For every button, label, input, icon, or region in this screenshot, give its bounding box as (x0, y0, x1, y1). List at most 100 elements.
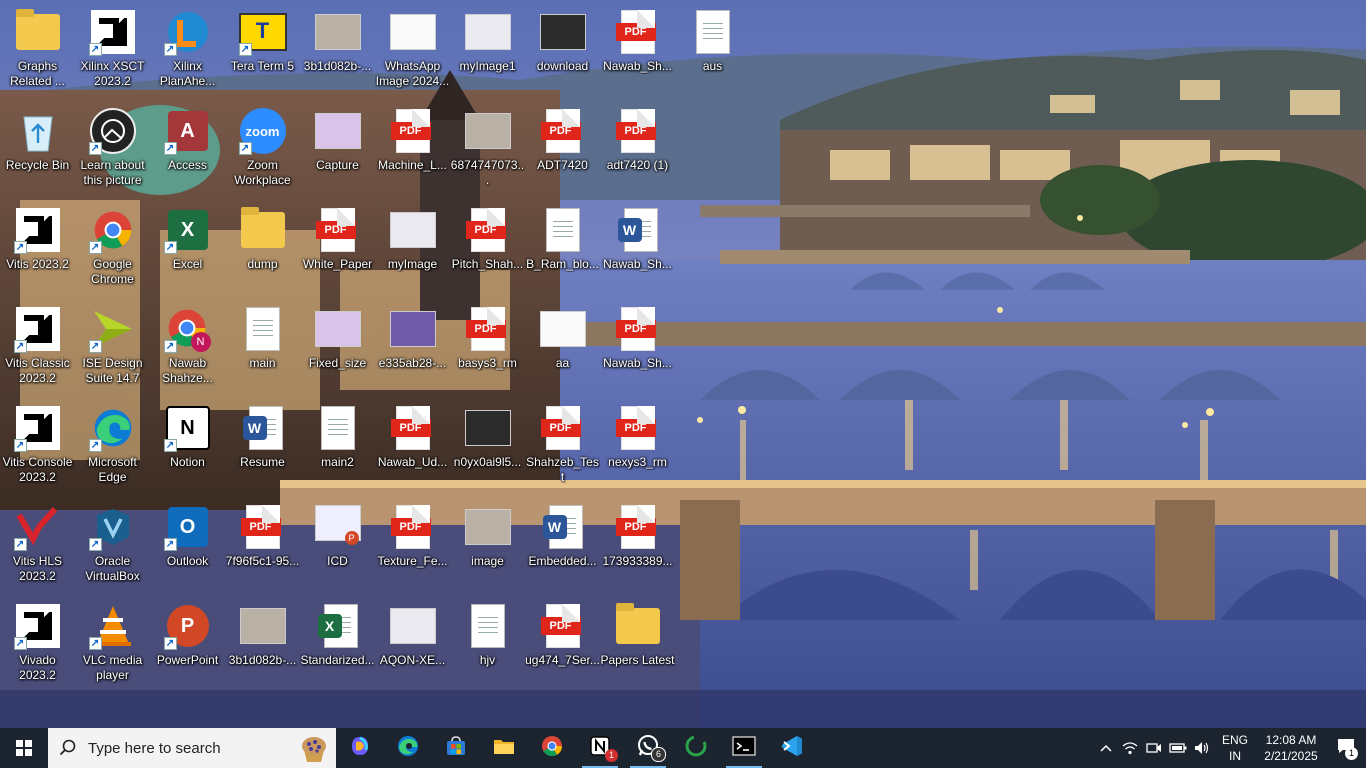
desktop-icon-label: Oracle VirtualBox (85, 554, 140, 583)
desktop-icon[interactable]: ↗ Vitis Console 2023.2 (0, 398, 75, 490)
desktop-icon[interactable]: myImage1 (450, 2, 525, 94)
desktop-icon[interactable]: ↗ ISE Design Suite 14.7 (75, 299, 150, 391)
desktop-icon[interactable]: Capture (300, 101, 375, 193)
taskbar-terminal-button[interactable] (720, 728, 768, 768)
desktop-icon-label: Texture_Fe... (377, 554, 448, 568)
desktop-icon[interactable]: AQON-XE... (375, 596, 450, 688)
desktop-icon[interactable]: ↗ Vitis Classic 2023.2 (0, 299, 75, 391)
show-hidden-icons-chevron-icon[interactable] (1094, 728, 1118, 768)
desktop-icon-label: Nawab_Ud... (377, 455, 448, 469)
desktop-icon[interactable]: PDF White_Paper (300, 200, 375, 292)
desktop-icon[interactable]: P ICD (300, 497, 375, 589)
desktop-icon[interactable]: ↗ Google Chrome (75, 200, 150, 292)
desktop-icon[interactable]: 3b1d082b-... (300, 2, 375, 94)
desktop-icon[interactable]: PDF basys3_rm (450, 299, 525, 391)
desktop-icon[interactable]: PDF Shahzeb_Test (525, 398, 600, 490)
pdf-icon: PDF (614, 305, 662, 353)
desktop-icon-label: 173933389... (602, 554, 673, 568)
clock[interactable]: 12:08 AM 2/21/2025 (1256, 732, 1326, 764)
desktop-icon[interactable]: ↗ Vivado 2023.2 (0, 596, 75, 688)
desktop-icon[interactable]: main (225, 299, 300, 391)
desktop-icon[interactable]: PDF adt7420 (1) (600, 101, 675, 193)
desktop-icon[interactable]: A ↗ Access (150, 101, 225, 193)
desktop-icon[interactable]: 3b1d082b-... (225, 596, 300, 688)
desktop-icon[interactable]: PDF 173933389... (600, 497, 675, 589)
taskbar-edge-button[interactable] (384, 728, 432, 768)
desktop-icon[interactable]: W Nawab_Sh... (600, 200, 675, 292)
desktop-icon[interactable]: WhatsApp Image 2024... (375, 2, 450, 94)
desktop-icon[interactable]: ↗ Vitis HLS 2023.2 (0, 497, 75, 589)
desktop-icon[interactable]: dump (225, 200, 300, 292)
pdf-label: PDF (390, 518, 431, 536)
desktop-icon[interactable]: image (450, 497, 525, 589)
desktop-icon[interactable]: ↗ Xilinx PlanAhe... (150, 2, 225, 94)
desktop-icon[interactable]: W Embedded... (525, 497, 600, 589)
desktop-icon[interactable]: N ↗ Notion (150, 398, 225, 490)
desktop-icon[interactable]: PDF Pitch_Shah... (450, 200, 525, 292)
desktop-icon[interactable]: X Standarized... (300, 596, 375, 688)
desktop-icon[interactable]: ↗ Vitis 2023.2 (0, 200, 75, 292)
taskbar-store-button[interactable] (432, 728, 480, 768)
desktop-icon[interactable]: X ↗ Excel (150, 200, 225, 292)
desktop-icon[interactable]: ↗ Xilinx XSCT 2023.2 (75, 2, 150, 94)
desktop-icon[interactable]: myImage (375, 200, 450, 292)
taskbar-search-box[interactable]: Type here to search (48, 728, 336, 768)
action-center-button[interactable]: 1 (1326, 728, 1366, 768)
region-code: IN (1229, 749, 1241, 763)
wifi-icon[interactable] (1118, 728, 1142, 768)
desktop-icon[interactable]: ↗ Oracle VirtualBox (75, 497, 150, 589)
taskbar-whatsapp-button[interactable]: 6 (624, 728, 672, 768)
desktop-icon[interactable]: PDF Nawab_Sh... (600, 299, 675, 391)
desktop-icon[interactable]: PDF ug474_7Ser... (525, 596, 600, 688)
input-language-indicator[interactable]: ENG IN (1220, 732, 1250, 764)
desktop-icon[interactable]: PDF Nawab_Sh... (600, 2, 675, 94)
pdf-icon: PDF (389, 404, 437, 452)
taskbar-loader-button[interactable] (672, 728, 720, 768)
desktop-icon[interactable]: PDF nexys3_rm (600, 398, 675, 490)
taskbar-file-explorer-button[interactable] (480, 728, 528, 768)
desktop-icon[interactable]: e335ab28-... (375, 299, 450, 391)
windows-logo-icon (16, 740, 32, 756)
desktop-icon[interactable]: main2 (300, 398, 375, 490)
desktop-icon[interactable]: B_Ram_blo... (525, 200, 600, 292)
taskbar-notion-button[interactable]: 1 (576, 728, 624, 768)
desktop-icon[interactable]: zoom ↗ Zoom Workplace (225, 101, 300, 193)
image-icon (539, 305, 587, 353)
desktop-icon[interactable]: PDF Nawab_Ud... (375, 398, 450, 490)
desktop-icon[interactable]: hjv (450, 596, 525, 688)
taskbar-copilot-button[interactable] (336, 728, 384, 768)
volume-icon[interactable] (1190, 728, 1214, 768)
powerpoint-icon: P ↗ (163, 602, 212, 650)
desktop-icon[interactable]: aa (525, 299, 600, 391)
desktop-icon[interactable]: n0yx0ai9l5... (450, 398, 525, 490)
desktop-icon[interactable]: Recycle Bin (0, 101, 75, 193)
start-button[interactable] (0, 728, 48, 768)
desktop-icon[interactable]: Papers Latest (600, 596, 675, 688)
desktop-icon[interactable]: ↗ Learn about this picture (75, 101, 150, 193)
desktop-icon[interactable]: download (525, 2, 600, 94)
desktop-icon[interactable]: ↗ VLC media player (75, 596, 150, 688)
image-icon (464, 503, 512, 551)
desktop-icon[interactable]: PDF 7f96f5c1-95... (225, 497, 300, 589)
desktop-icon[interactable]: O ↗ Outlook (150, 497, 225, 589)
shortcut-arrow-icon: ↗ (88, 241, 102, 254)
desktop-icon[interactable]: N ↗ Nawab Shahze... (150, 299, 225, 391)
store-icon (444, 734, 468, 763)
desktop-icon[interactable]: PDF Texture_Fe... (375, 497, 450, 589)
desktop-icon[interactable]: 6874747073... (450, 101, 525, 193)
battery-icon[interactable] (1166, 728, 1190, 768)
desktop-icon[interactable]: PDF Machine_L... (375, 101, 450, 193)
desktop-icon-label: download (536, 59, 589, 73)
desktop-icon[interactable]: PDF ADT7420 (525, 101, 600, 193)
desktop-icon[interactable]: aus (675, 2, 750, 94)
desktop-icon[interactable]: P ↗ PowerPoint (150, 596, 225, 688)
desktop-icon-label: Nawab_Sh... (603, 356, 672, 370)
desktop-icon[interactable]: ↗ Microsoft Edge (75, 398, 150, 490)
desktop-icon[interactable]: W Resume (225, 398, 300, 490)
desktop-icon[interactable]: Graphs Related ... (0, 2, 75, 94)
meet-camera-icon[interactable] (1142, 728, 1166, 768)
desktop-icon[interactable]: Fixed_size (300, 299, 375, 391)
taskbar-chrome-button[interactable] (528, 728, 576, 768)
taskbar-vscode-button[interactable] (768, 728, 816, 768)
desktop-icon[interactable]: T ↗ Tera Term 5 (225, 2, 300, 94)
